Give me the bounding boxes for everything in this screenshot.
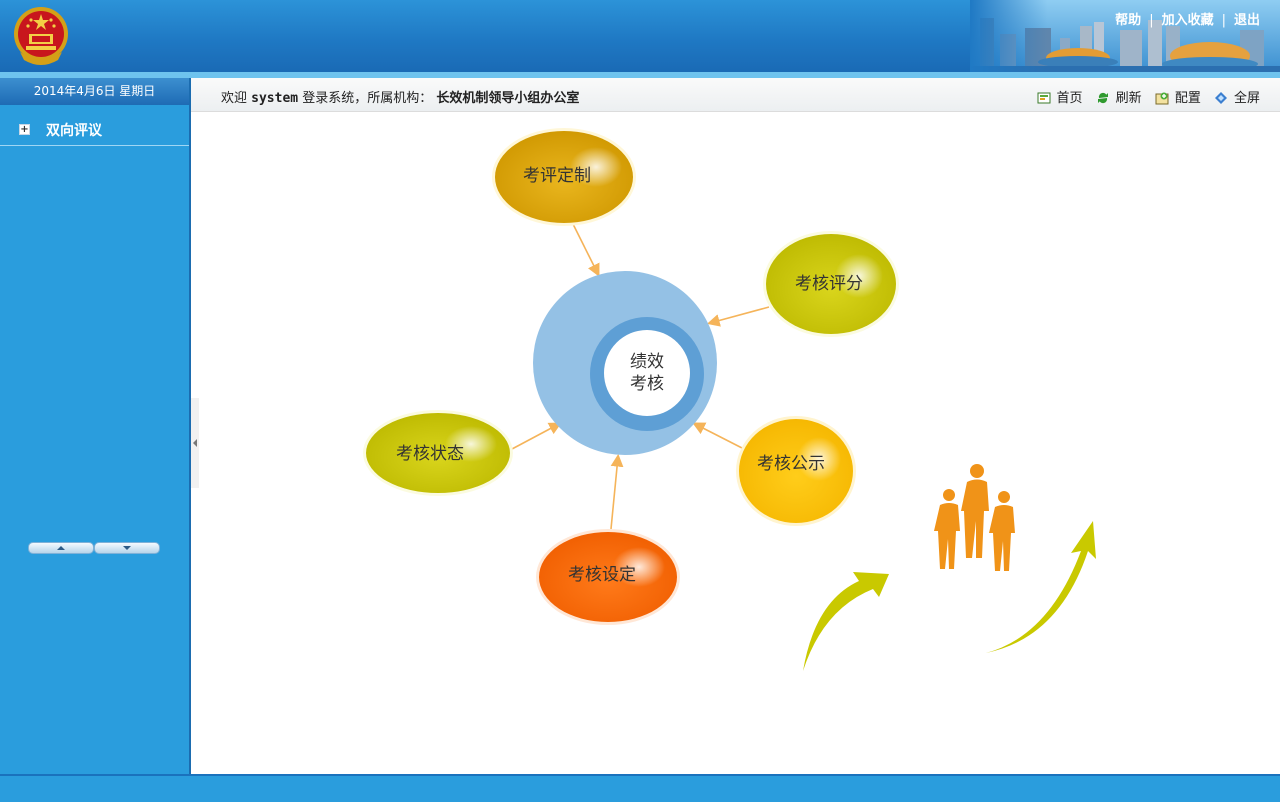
center-label-line1: 绩效 bbox=[630, 352, 664, 372]
center-hub: 绩效 考核 bbox=[533, 271, 717, 455]
connector-arrow bbox=[610, 453, 624, 530]
config-link[interactable]: 配置 bbox=[1155, 87, 1201, 106]
node-assessment-scoring[interactable]: 考核评分 bbox=[763, 231, 899, 337]
home-icon bbox=[1037, 92, 1051, 104]
refresh-link[interactable]: 刷新 bbox=[1096, 87, 1142, 106]
welcome-toolbar: 欢迎 system 登录系统，所属机构： 长效机制领导小组办公室 首页 刷新 配… bbox=[191, 78, 1280, 112]
connector-arrow bbox=[572, 223, 600, 277]
node-assessment-setting[interactable]: 考核设定 bbox=[536, 529, 680, 625]
performance-review-diagram: 绩效 考核 考评定制 考核评分 考核公示 考核设定 考核状态 bbox=[363, 128, 1096, 671]
help-link[interactable]: 帮助 bbox=[1115, 13, 1141, 28]
node-label: 考核评分 bbox=[795, 274, 863, 294]
menu-scroll-controls bbox=[28, 542, 160, 554]
separator: | bbox=[1149, 13, 1154, 28]
national-emblem-icon bbox=[14, 7, 68, 65]
separator: | bbox=[1221, 13, 1226, 28]
expand-icon[interactable]: + bbox=[19, 124, 30, 135]
node-assessment-status[interactable]: 考核状态 bbox=[363, 410, 513, 496]
node-label: 考核公示 bbox=[757, 454, 825, 474]
refresh-icon bbox=[1097, 92, 1108, 104]
fullscreen-icon bbox=[1214, 92, 1227, 104]
connector-arrow bbox=[511, 422, 562, 450]
node-label: 考核状态 bbox=[396, 444, 464, 464]
fullscreen-link[interactable]: 全屏 bbox=[1214, 87, 1260, 106]
sidebar: 2014年4月6日 星期日 + 双向评议 bbox=[0, 78, 189, 774]
logo-watermark bbox=[95, 28, 106, 44]
welcome-prefix: 欢迎 bbox=[221, 91, 248, 106]
toolbar-links: 首页 刷新 配置 全屏 bbox=[1028, 87, 1260, 106]
username: system bbox=[251, 91, 299, 106]
logout-link[interactable]: 退出 bbox=[1234, 13, 1260, 28]
growth-arrow-left bbox=[803, 572, 889, 671]
date-display: 2014年4月6日 星期日 bbox=[0, 78, 189, 105]
home-link[interactable]: 首页 bbox=[1037, 87, 1083, 106]
node-label: 考评定制 bbox=[523, 166, 591, 186]
people-group-icon bbox=[934, 464, 1015, 571]
top-links: 帮助 | 加入收藏 | 退出 bbox=[1115, 9, 1260, 28]
organization-name: 长效机制领导小组办公室 bbox=[436, 91, 580, 106]
sidebar-item-label: 双向评议 bbox=[46, 123, 102, 139]
header-banner: 帮助 | 加入收藏 | 退出 bbox=[0, 0, 1280, 72]
sidebar-item-bidirectional-review[interactable]: + 双向评议 bbox=[0, 115, 189, 146]
config-icon bbox=[1155, 92, 1169, 105]
arrow-down-icon bbox=[123, 546, 131, 550]
welcome-mid: 登录系统，所属机构： bbox=[302, 91, 433, 106]
node-assessment-publicity[interactable]: 考核公示 bbox=[736, 416, 856, 526]
connector-arrow bbox=[692, 422, 743, 449]
main-content: 欢迎 system 登录系统，所属机构： 长效机制领导小组办公室 首页 刷新 配… bbox=[191, 78, 1280, 774]
fullscreen-label: 全屏 bbox=[1233, 91, 1260, 106]
node-label: 考核设定 bbox=[568, 565, 636, 585]
arrow-up-icon bbox=[57, 546, 65, 550]
welcome-message: 欢迎 system 登录系统，所属机构： 长效机制领导小组办公室 bbox=[221, 87, 579, 106]
node-evaluation-customize[interactable]: 考评定制 bbox=[492, 128, 636, 226]
refresh-label: 刷新 bbox=[1115, 91, 1142, 106]
center-label-line2: 考核 bbox=[630, 374, 664, 394]
connector-arrow bbox=[706, 306, 770, 327]
home-label: 首页 bbox=[1056, 91, 1083, 106]
add-favorite-link[interactable]: 加入收藏 bbox=[1162, 13, 1214, 28]
config-label: 配置 bbox=[1174, 91, 1201, 106]
scroll-up-button[interactable] bbox=[28, 542, 94, 554]
scroll-down-button[interactable] bbox=[94, 542, 160, 554]
footer-bar bbox=[0, 774, 1280, 802]
